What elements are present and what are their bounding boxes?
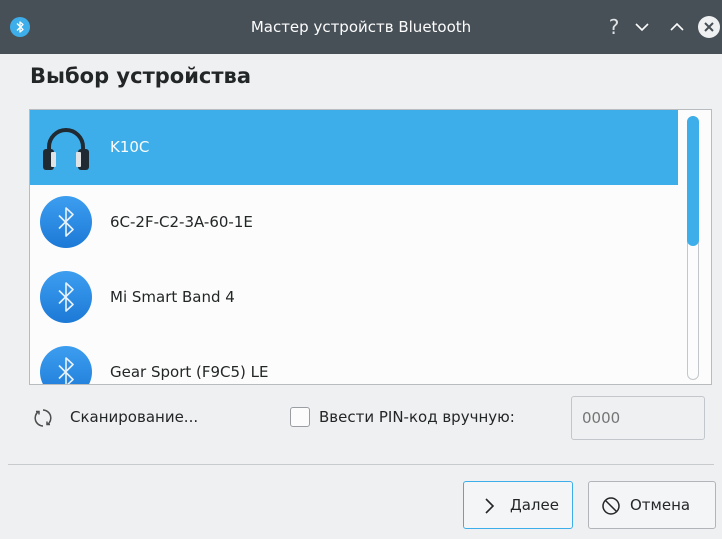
cancel-button-label: Отмена — [630, 496, 691, 514]
pin-input[interactable] — [571, 396, 705, 440]
next-button-label: Далее — [510, 496, 559, 514]
refresh-icon — [32, 407, 54, 429]
scrollbar-handle[interactable] — [687, 116, 699, 246]
device-name: Mi Smart Band 4 — [110, 288, 235, 306]
scanning-label: Сканирование... — [70, 408, 199, 426]
close-button[interactable] — [698, 16, 720, 38]
close-icon — [704, 22, 714, 32]
bluetooth-icon — [40, 271, 92, 323]
device-item-6c2fc23a601e[interactable]: 6C-2F-C2-3A-60-1E — [30, 185, 678, 260]
device-item-k10c[interactable]: K10C — [30, 110, 678, 185]
device-list[interactable]: K10C 6C-2F-C2-3A-60-1E Mi Smart Band 4 G… — [29, 109, 712, 385]
minimize-button[interactable] — [628, 13, 656, 41]
manual-pin-checkbox[interactable] — [290, 407, 310, 427]
cancel-icon — [602, 497, 620, 515]
bluetooth-icon — [40, 196, 92, 248]
maximize-button[interactable] — [663, 13, 691, 41]
list-scrollbar[interactable] — [679, 110, 710, 384]
manual-pin-label[interactable]: Ввести PIN-код вручную: — [319, 408, 515, 426]
device-item-gear-sport[interactable]: Gear Sport (F9C5) LE — [30, 335, 678, 384]
chevron-down-icon — [635, 23, 649, 32]
page-title: Выбор устройства — [30, 64, 251, 88]
device-name: 6C-2F-C2-3A-60-1E — [110, 213, 253, 231]
divider — [8, 464, 714, 465]
help-button[interactable]: ? — [600, 13, 628, 41]
device-name: Gear Sport (F9C5) LE — [110, 363, 269, 381]
title-bar: Мастер устройств Bluetooth ? — [0, 0, 722, 54]
device-item-mi-smart-band-4[interactable]: Mi Smart Band 4 — [30, 260, 678, 335]
chevron-right-icon — [485, 498, 495, 514]
device-name: K10C — [110, 138, 150, 156]
bluetooth-icon — [40, 346, 92, 384]
next-button[interactable]: Далее — [463, 481, 573, 529]
cancel-button[interactable]: Отмена — [588, 481, 716, 529]
chevron-up-icon — [670, 22, 684, 31]
headphones-icon — [40, 121, 92, 173]
